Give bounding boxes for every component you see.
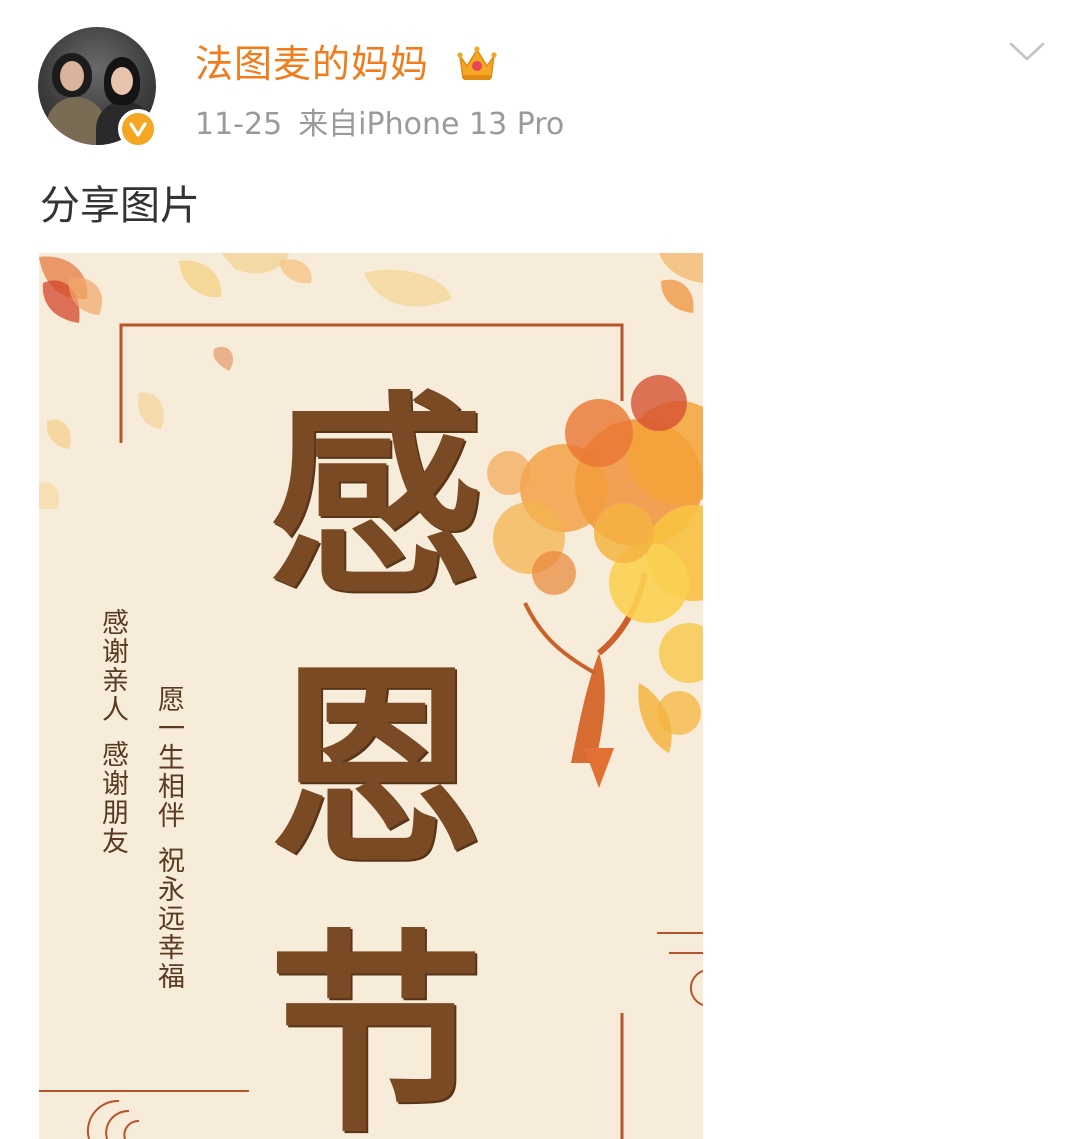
poster-phrase: 感谢朋友 <box>97 740 128 856</box>
post-text: 分享图片 <box>40 183 200 229</box>
poster-vertical-line-1: 感谢亲人感谢朋友 <box>93 608 132 856</box>
weibo-post: 法图麦的妈妈 11-25 来自iPhone 13 Pro 分享图片 感 恩 节 … <box>0 0 1080 1139</box>
post-image[interactable]: 感 恩 节 感谢亲人感谢朋友 愿一生相伴祝永远幸福 <box>39 253 703 1139</box>
post-meta: 11-25 来自iPhone 13 Pro <box>195 103 564 147</box>
poster-vertical-line-2: 愿一生相伴祝永远幸福 <box>149 685 188 991</box>
post-source: 来自iPhone 13 Pro <box>298 107 565 142</box>
poster-title-char: 感 <box>268 371 484 624</box>
poster-title-char: 节 <box>268 909 484 1139</box>
crown-icon[interactable] <box>455 44 499 84</box>
chevron-down-icon[interactable] <box>1008 38 1046 66</box>
poster-phrase: 感谢亲人 <box>97 608 128 724</box>
post-date: 11-25 <box>195 107 283 142</box>
poster-phrase: 祝永远幸福 <box>153 846 184 991</box>
poster-title-char: 恩 <box>268 641 484 894</box>
author-name[interactable]: 法图麦的妈妈 <box>195 38 429 90</box>
verified-badge-icon <box>118 109 158 149</box>
poster-phrase: 愿一生相伴 <box>153 685 184 830</box>
